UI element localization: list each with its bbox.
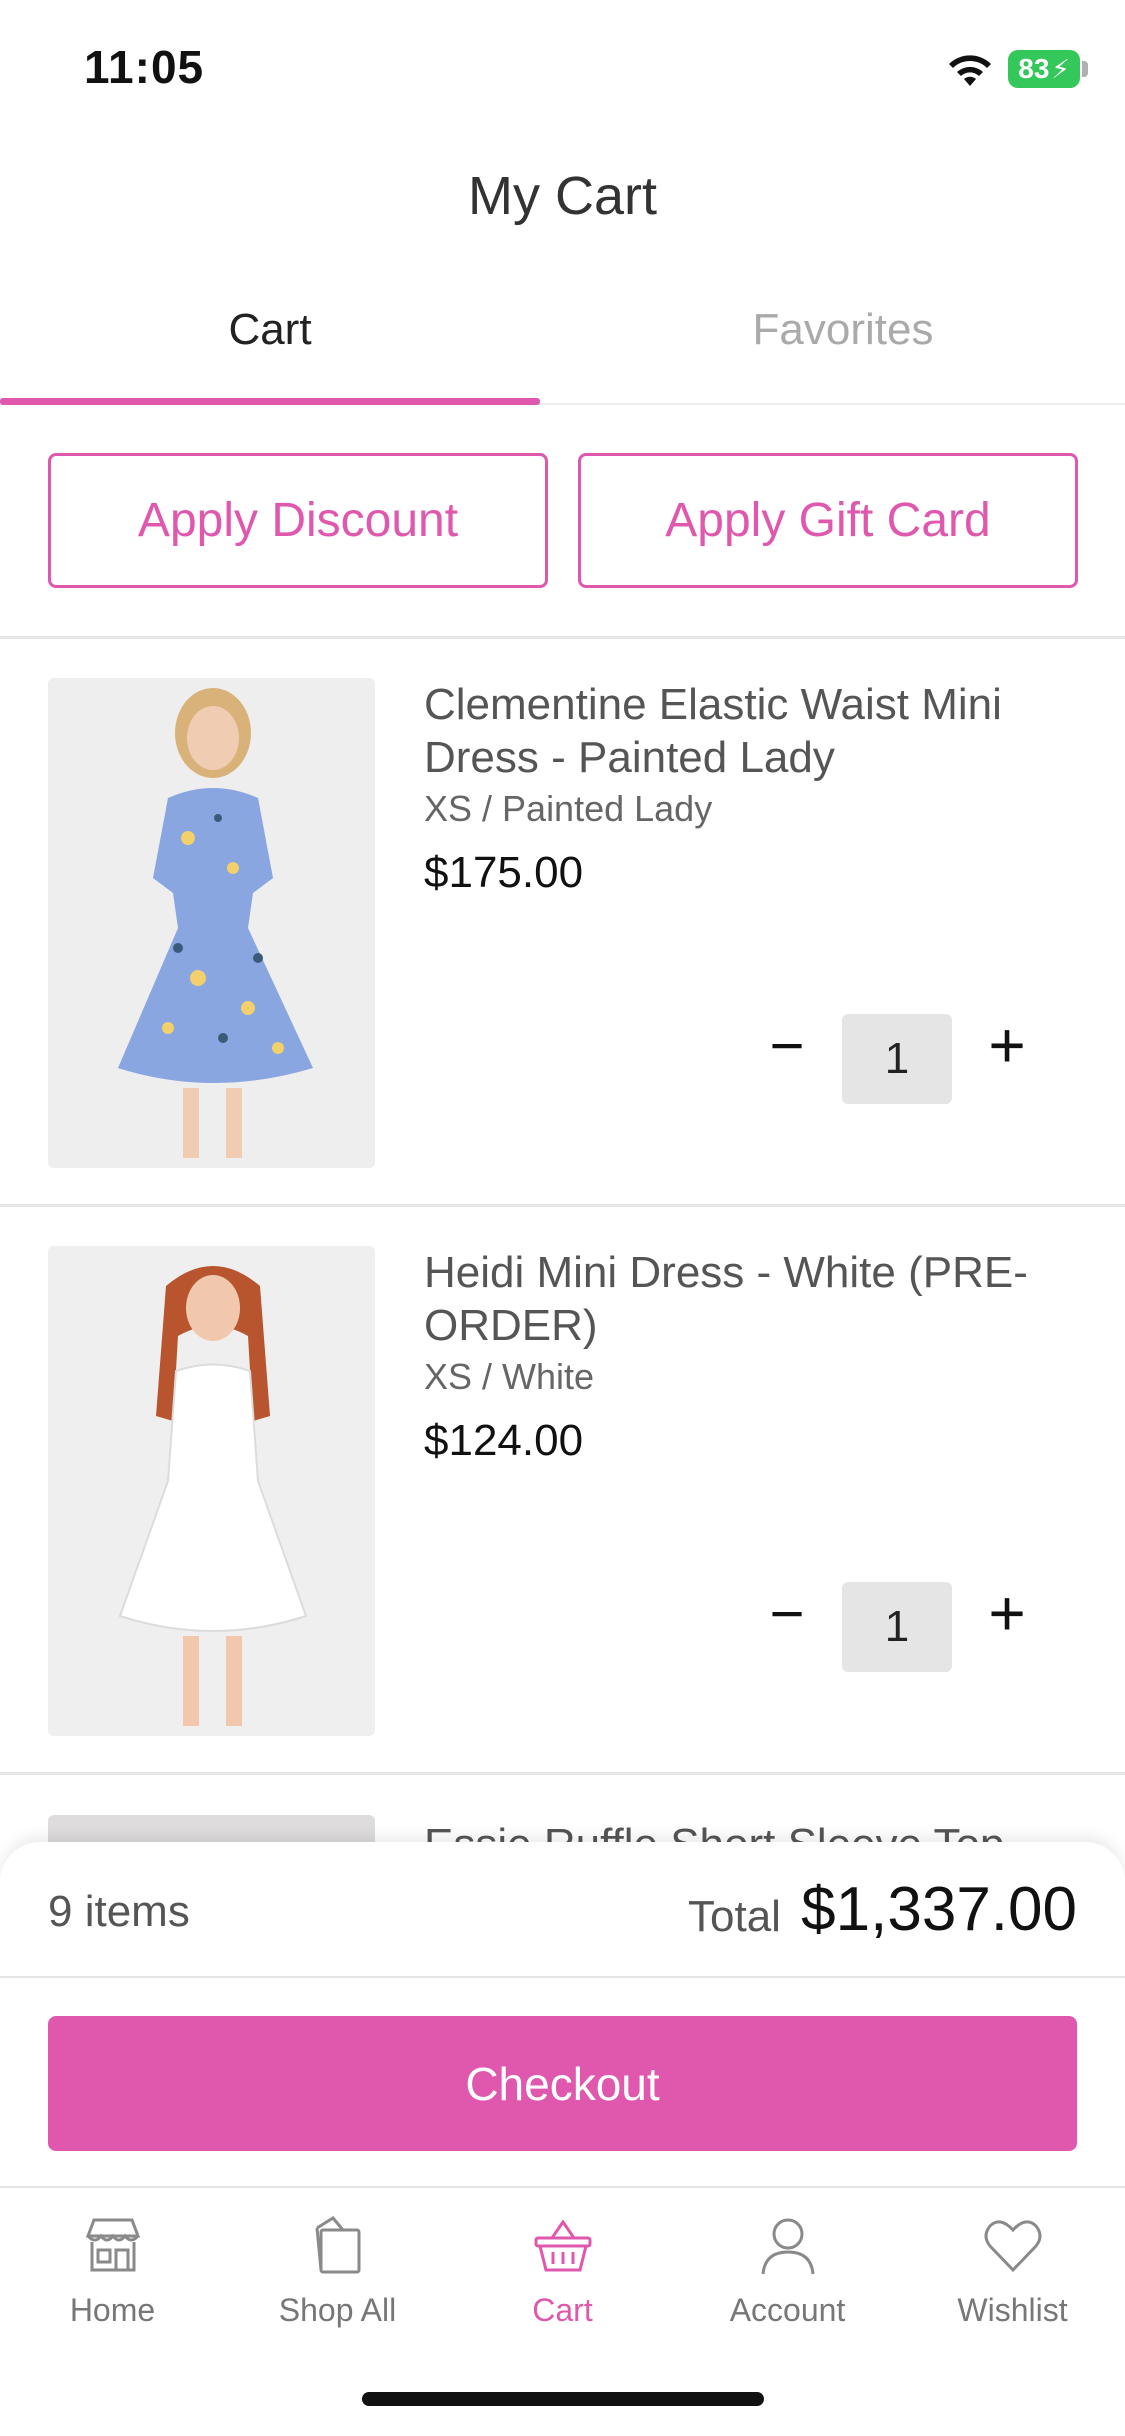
- product-name[interactable]: Clementine Elastic Waist Mini Dress - Pa…: [424, 678, 1084, 784]
- product-image[interactable]: [48, 678, 375, 1168]
- nav-label: Cart: [532, 2292, 593, 2328]
- wifi-icon: [949, 55, 991, 86]
- active-tab-indicator: [0, 398, 540, 405]
- increase-quantity-button[interactable]: +: [980, 1577, 1034, 1649]
- heart-icon: [984, 2220, 1041, 2273]
- nav-cart[interactable]: Cart: [450, 2210, 675, 2329]
- tab-favorites[interactable]: Favorites: [562, 305, 1124, 355]
- battery-charging-icon: 83 ⚡: [1008, 50, 1080, 88]
- home-indicator: [362, 2392, 764, 2406]
- nav-label: Wishlist: [957, 2292, 1068, 2328]
- cart-item: Clementine Elastic Waist Mini Dress - Pa…: [0, 638, 1125, 1208]
- product-price: $175.00: [424, 848, 584, 897]
- product-image[interactable]: [48, 1246, 375, 1736]
- dress-illustration: [48, 1246, 375, 1736]
- increase-quantity-button[interactable]: +: [980, 1009, 1034, 1081]
- nav-label: Account: [729, 2292, 846, 2328]
- nav-account[interactable]: Account: [675, 2210, 900, 2329]
- nav-home[interactable]: Home: [0, 2210, 225, 2329]
- nav-label: Shop All: [278, 2292, 397, 2328]
- tab-cart[interactable]: Cart: [0, 305, 540, 355]
- decrease-quantity-button[interactable]: −: [760, 1580, 814, 1647]
- total-label: Total: [688, 1892, 781, 1941]
- shopping-bag-icon: [315, 2216, 360, 2274]
- nav-shop-all[interactable]: Shop All: [225, 2210, 450, 2329]
- person-icon: [761, 2218, 814, 2275]
- apply-discount-button[interactable]: Apply Discount: [48, 453, 548, 588]
- storefront-icon: [85, 2218, 140, 2272]
- nav-wishlist[interactable]: Wishlist: [900, 2210, 1125, 2329]
- dress-illustration: [48, 678, 375, 1168]
- decrease-quantity-button[interactable]: −: [760, 1012, 814, 1079]
- battery-level: 83: [1018, 53, 1050, 84]
- basket-icon: [534, 2219, 591, 2272]
- checkout-button[interactable]: Checkout: [48, 2016, 1077, 2151]
- apply-gift-card-button[interactable]: Apply Gift Card: [578, 453, 1078, 588]
- divider: [0, 1772, 1125, 1775]
- page-title: My Cart: [468, 166, 657, 226]
- quantity-value: 1: [842, 1014, 952, 1104]
- product-name[interactable]: Heidi Mini Dress - White (PRE-ORDER): [424, 1246, 1084, 1352]
- divider: [0, 1976, 1125, 1978]
- cart-tabs: Cart Favorites: [0, 275, 1125, 405]
- bolt-icon: ⚡: [1051, 53, 1070, 84]
- status-time: 11:05: [84, 41, 205, 93]
- status-bar: 11:05 83 ⚡: [0, 0, 1125, 135]
- product-variant: XS / White: [424, 1356, 595, 1397]
- nav-label: Home: [69, 2292, 156, 2328]
- total-value: $1,337.00: [801, 1875, 1077, 1944]
- items-count: 9 items: [48, 1887, 190, 1936]
- product-price: $124.00: [424, 1416, 584, 1465]
- product-variant: XS / Painted Lady: [424, 788, 713, 829]
- cart-item: Heidi Mini Dress - White (PRE-ORDER) XS …: [0, 1206, 1125, 1776]
- battery-nub: [1082, 61, 1088, 77]
- quantity-value: 1: [842, 1582, 952, 1672]
